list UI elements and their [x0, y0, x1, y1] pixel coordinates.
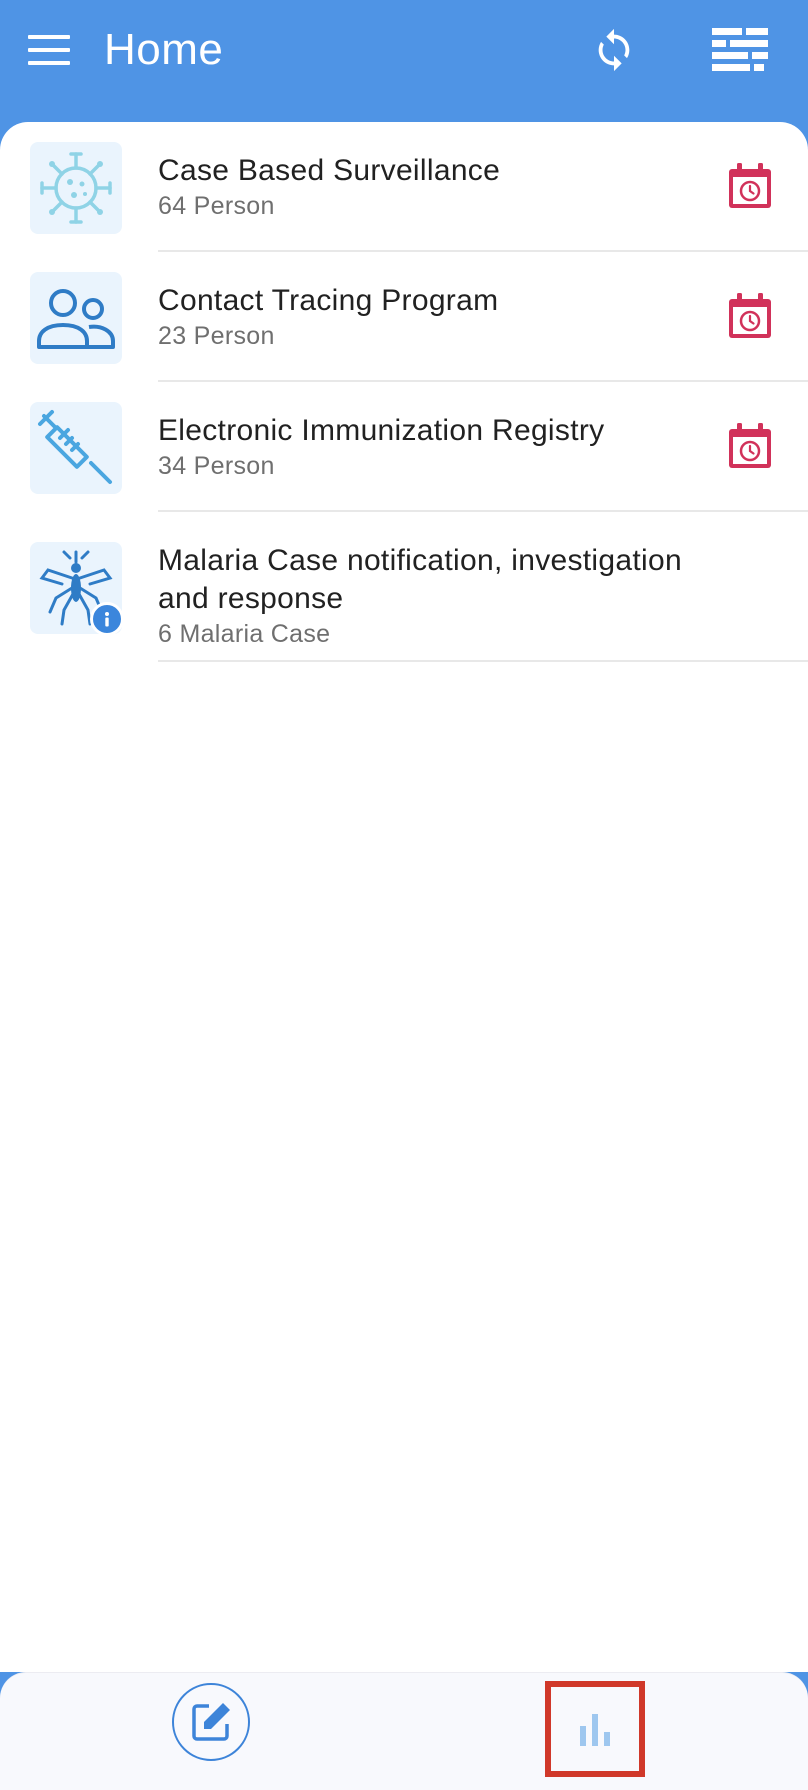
program-name: Case Based Surveillance	[158, 154, 501, 187]
program-item-malaria-case[interactable]: Malaria Case notification, investigation…	[0, 512, 808, 662]
nav-programs-tab[interactable]	[172, 1683, 250, 1761]
bottom-navigation	[0, 1672, 808, 1790]
hamburger-menu-icon	[28, 35, 70, 65]
program-count: 6 Malaria Case	[158, 620, 331, 648]
program-icon-box	[30, 402, 122, 494]
program-list: Case Based Surveillance 64 Person Contac…	[0, 122, 808, 1672]
program-count: 64 Person	[158, 192, 275, 220]
program-icon-box	[30, 142, 122, 234]
calendar-alarm-icon[interactable]	[726, 292, 774, 340]
menu-button[interactable]	[14, 20, 84, 80]
sync-icon	[598, 28, 630, 72]
people-icon	[37, 289, 115, 349]
bar-chart-icon	[580, 1714, 610, 1746]
nav-analytics-tab[interactable]	[545, 1681, 645, 1777]
filter-icon	[712, 28, 768, 71]
program-item-immunization-registry[interactable]: Electronic Immunization Registry 34 Pers…	[0, 382, 808, 512]
program-count: 23 Person	[158, 322, 275, 350]
calendar-alarm-icon[interactable]	[726, 422, 774, 470]
program-name: Malaria Case notification, investigation…	[158, 544, 682, 615]
program-icon-box	[30, 542, 124, 636]
info-badge	[90, 602, 124, 636]
program-name: Contact Tracing Program	[158, 284, 499, 317]
home-screen: Home Case Based Surveillance 64 Person C…	[0, 0, 808, 1790]
filter-button[interactable]	[704, 18, 776, 82]
toolbar: Home	[0, 0, 808, 124]
syringe-icon	[38, 410, 112, 484]
divider	[158, 660, 808, 662]
edit-note-icon	[192, 1703, 230, 1741]
program-name: Electronic Immunization Registry	[158, 414, 605, 447]
sync-button[interactable]	[582, 18, 646, 82]
virus-icon	[40, 152, 112, 224]
program-item-contact-tracing[interactable]: Contact Tracing Program 23 Person	[0, 252, 808, 382]
program-item-case-based-surveillance[interactable]: Case Based Surveillance 64 Person	[0, 122, 808, 252]
info-icon	[105, 612, 109, 627]
program-icon-box	[30, 272, 122, 364]
page-title: Home	[104, 25, 224, 74]
calendar-alarm-icon[interactable]	[726, 162, 774, 210]
program-count: 34 Person	[158, 452, 275, 480]
